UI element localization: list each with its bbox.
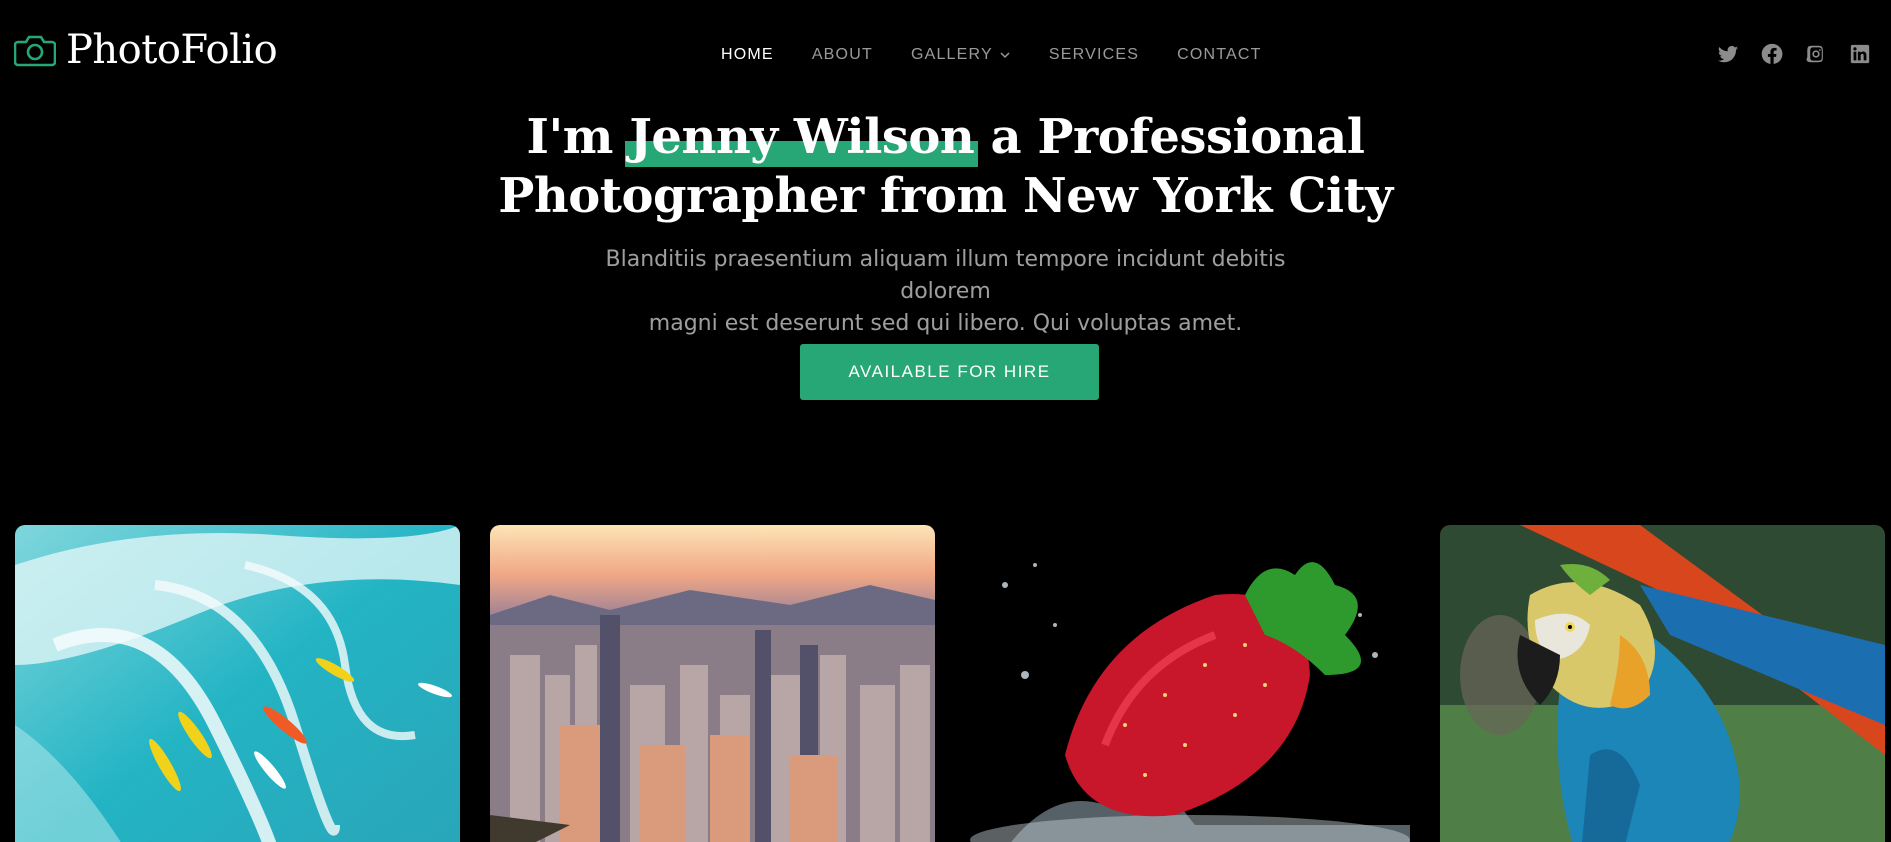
strawberry-image	[965, 525, 1410, 842]
gallery-item-strawberry[interactable]	[965, 525, 1410, 842]
camera-icon	[14, 35, 56, 67]
site-header: PhotoFolio HOME ABOUT GALLERY SERVICES C…	[0, 0, 1891, 110]
linkedin-icon[interactable]	[1849, 43, 1871, 65]
facebook-icon[interactable]	[1761, 43, 1783, 65]
social-links	[1717, 43, 1871, 65]
nav-item-about[interactable]: ABOUT	[812, 46, 873, 64]
hero-section: I'm Jenny Wilson a Professional Photogra…	[0, 108, 1891, 340]
gallery-item-surfers[interactable]	[15, 525, 460, 842]
hero-title: I'm Jenny Wilson a Professional Photogra…	[0, 108, 1891, 226]
hero-title-suffix: a Professional	[990, 109, 1365, 165]
surfers-image	[15, 525, 460, 842]
nav-item-home[interactable]: HOME	[721, 46, 774, 64]
brand-name: PhotoFolio	[66, 27, 278, 73]
nav-item-gallery-label: GALLERY	[910, 46, 993, 63]
chevron-down-icon	[1000, 52, 1010, 59]
nav-item-services[interactable]: SERVICES	[1049, 46, 1139, 64]
instagram-icon[interactable]	[1805, 43, 1827, 65]
city-skyline-image	[490, 525, 935, 842]
hero-title-prefix: I'm	[526, 109, 614, 165]
hero-description: Blanditiis praesentium aliquam illum tem…	[566, 244, 1326, 340]
parrot-image	[1440, 525, 1885, 842]
gallery-grid	[15, 525, 1885, 842]
hero-name-highlight: Jenny Wilson	[625, 108, 979, 167]
gallery-item-city[interactable]	[490, 525, 935, 842]
logo[interactable]: PhotoFolio	[14, 27, 278, 73]
nav-item-gallery[interactable]: GALLERY	[911, 46, 1011, 64]
available-for-hire-button[interactable]: AVAILABLE FOR HIRE	[800, 344, 1099, 400]
nav-item-contact[interactable]: CONTACT	[1177, 46, 1262, 64]
hero-description-line1: Blanditiis praesentium aliquam illum tem…	[605, 247, 1286, 304]
gallery-item-parrot[interactable]	[1440, 525, 1885, 842]
hero-title-name: Jenny Wilson	[629, 109, 975, 165]
twitter-icon[interactable]	[1717, 43, 1739, 65]
hero-description-line2: magni est deserunt sed qui libero. Qui v…	[648, 311, 1243, 336]
hero-title-line2: Photographer from New York City	[498, 168, 1393, 224]
